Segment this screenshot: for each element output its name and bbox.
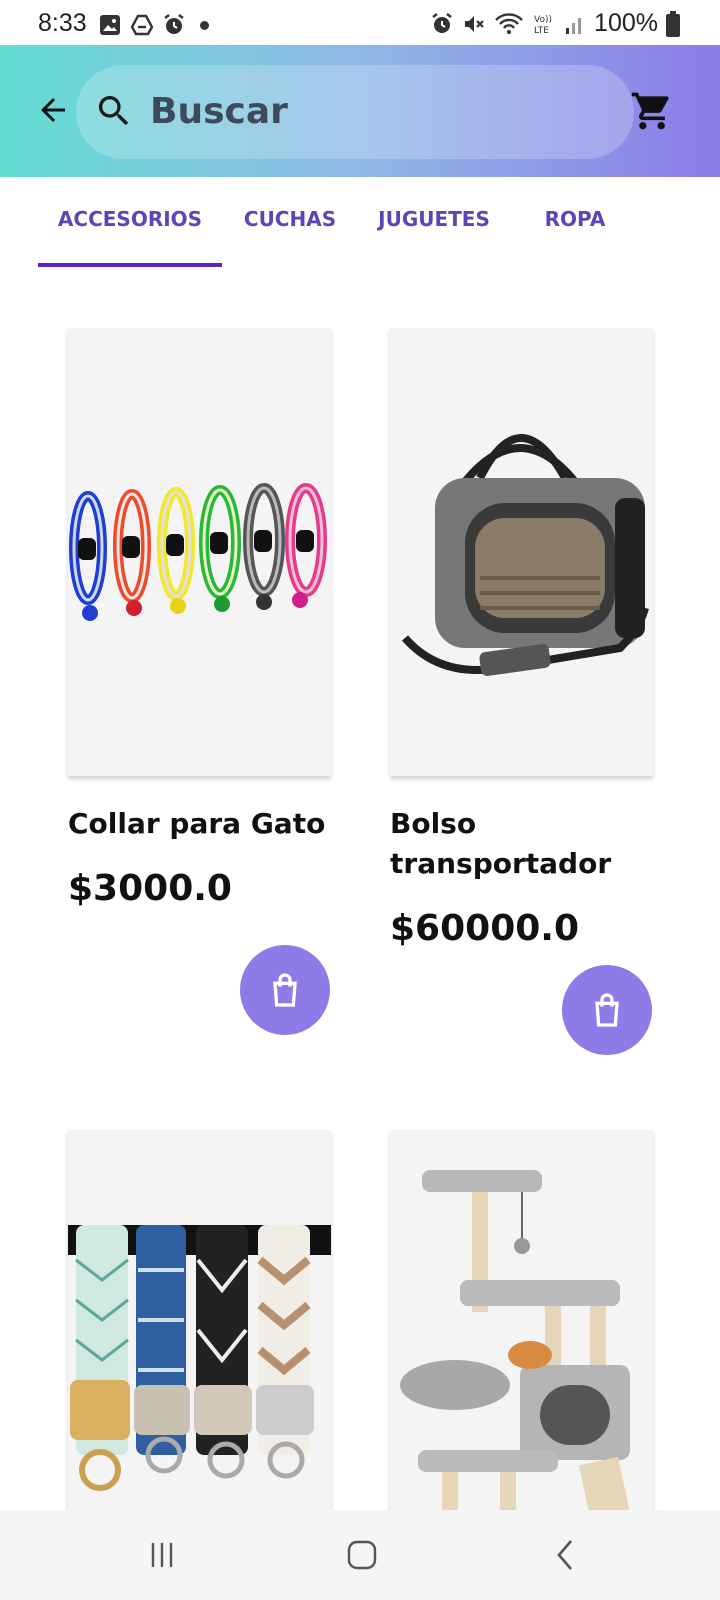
cart-button[interactable]: [630, 89, 678, 137]
status-time: 8:33: [38, 9, 87, 37]
gallery-icon: [100, 15, 120, 35]
search-input[interactable]: [150, 83, 590, 139]
notification-icons: [98, 13, 209, 37]
system-icons: Vo)) LTE 100%: [430, 9, 680, 38]
shopping-bag-icon: [273, 973, 297, 1007]
search-icon: [98, 96, 129, 126]
product-price: $3000.0: [68, 868, 232, 909]
add-to-bag-button[interactable]: [562, 965, 652, 1055]
status-bar: 8:33 Vo)) LTE 100%: [0, 0, 720, 48]
svg-text:LTE: LTE: [534, 26, 549, 36]
wifi-icon: [495, 12, 523, 34]
product-title: Bolso transportador: [390, 807, 612, 880]
home-icon: [347, 1540, 377, 1570]
arrow-back-icon: [41, 98, 65, 122]
svg-text:Vo)): Vo)): [534, 15, 552, 25]
tab-selected-indicator: [38, 263, 222, 267]
home-button[interactable]: [332, 1532, 392, 1578]
app-header: [0, 45, 720, 177]
alarm-icon: [432, 12, 452, 33]
recent-apps-icon: [151, 1543, 173, 1567]
add-to-bag-button[interactable]: [240, 945, 330, 1035]
system-back-button[interactable]: [536, 1532, 596, 1578]
product-title: Collar para Gato: [68, 807, 326, 840]
drive-icon: [130, 14, 154, 36]
more-notifications-dot: [200, 20, 209, 30]
battery-icon: [666, 10, 680, 37]
mute-icon: [465, 15, 484, 32]
system-navigation-bar: [0, 1510, 720, 1600]
volte-icon: Vo))LTE: [534, 15, 552, 36]
product-price: $60000.0: [390, 908, 580, 949]
signal-icon: [566, 17, 582, 34]
chevron-left-icon: [557, 1540, 572, 1570]
product-image-cat-collars[interactable]: [68, 328, 331, 776]
recent-apps-button[interactable]: [132, 1532, 192, 1578]
tab-accesorios[interactable]: ACCESORIOS: [38, 207, 222, 231]
search-bar[interactable]: [76, 65, 634, 159]
tab-cuchas[interactable]: CUCHAS: [232, 207, 348, 231]
shopping-cart-icon: [631, 92, 669, 130]
battery-percentage: 100%: [594, 9, 658, 37]
shopping-bag-icon: [595, 993, 619, 1027]
tab-juguetes[interactable]: JUGUETES: [370, 207, 498, 231]
back-button[interactable]: [30, 87, 76, 133]
tab-ropa[interactable]: ROPA: [530, 207, 620, 231]
product-image-pet-carrier[interactable]: [390, 328, 653, 776]
alarm-icon: [164, 14, 184, 34]
category-tabs: ACCESORIOS CUCHAS JUGUETES ROPA: [0, 177, 720, 267]
